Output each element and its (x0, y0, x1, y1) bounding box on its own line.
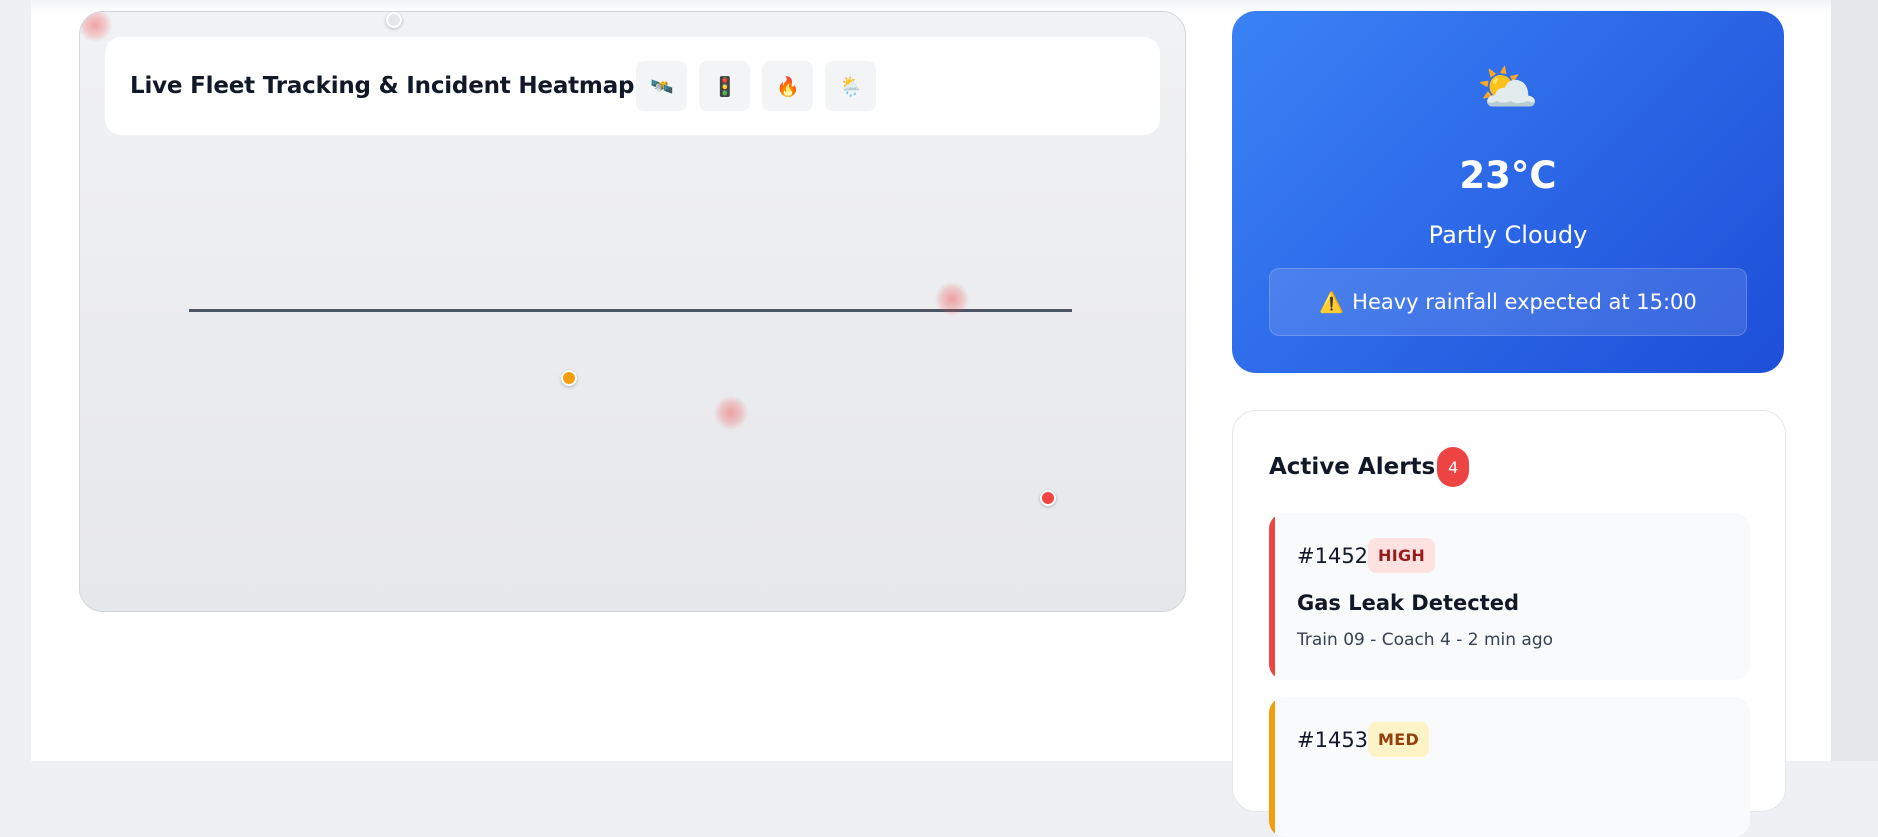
page-content: Live Fleet Tracking & Incident Heatmap 🛰… (31, 0, 1831, 837)
page-gutter (1831, 0, 1878, 761)
weather-condition: Partly Cloudy (1428, 221, 1588, 249)
weather-icon: 🌦️ (838, 75, 863, 98)
traffic-layer-button[interactable]: 🚦 (699, 61, 751, 111)
partly-cloudy-icon: ⛅ (1476, 59, 1540, 117)
map-tool-group: 🛰️ 🚦 🔥 🌦️ (636, 61, 888, 111)
alerts-panel: Active Alerts 4 #1452 HIGH Gas Leak Dete… (1232, 410, 1786, 837)
alert-id-row: #1453 MED (1297, 722, 1430, 757)
alerts-header: Active Alerts 4 (1269, 447, 1470, 487)
alerts-title: Active Alerts (1269, 454, 1436, 480)
alert-item[interactable]: #1453 MED (1269, 697, 1750, 837)
traffic-light-icon: 🚦 (712, 75, 737, 98)
severity-badge: MED (1368, 722, 1430, 757)
severity-bar (1269, 697, 1275, 837)
alert-meta: Train 09 - Coach 4 - 2 min ago (1297, 630, 1554, 650)
vehicle-marker[interactable] (561, 370, 577, 386)
fire-icon: 🔥 (775, 75, 800, 98)
map-panel[interactable]: Live Fleet Tracking & Incident Heatmap 🛰… (79, 11, 1186, 612)
severity-badge: HIGH (1368, 538, 1436, 573)
alert-title: Gas Leak Detected (1297, 591, 1520, 615)
satellite-layer-button[interactable]: 🛰️ (636, 61, 688, 111)
alert-id-row: #1452 HIGH (1297, 538, 1436, 573)
incident-heat-spot[interactable] (935, 282, 969, 316)
alert-id: #1453 (1297, 727, 1369, 752)
satellite-icon: 🛰️ (649, 75, 674, 98)
temperature: 23°C (1459, 154, 1557, 197)
weather-layer-button[interactable]: 🌦️ (825, 61, 877, 111)
heatmap-layer-button[interactable]: 🔥 (762, 61, 814, 111)
vehicle-marker[interactable] (1040, 490, 1056, 506)
weather-warning: ⚠️ Heavy rainfall expected at 15:00 (1269, 268, 1747, 336)
severity-bar (1269, 513, 1275, 680)
weather-warning-text: Heavy rainfall expected at 15:00 (1352, 290, 1697, 314)
weather-card: ⛅ 23°C Partly Cloudy ⚠️ Heavy rainfall e… (1232, 11, 1784, 373)
alert-id: #1452 (1297, 543, 1369, 568)
vehicle-marker[interactable] (386, 12, 402, 28)
alert-item[interactable]: #1452 HIGH Gas Leak Detected Train 09 - … (1269, 513, 1750, 680)
warning-icon: ⚠️ (1319, 290, 1345, 314)
map-header: Live Fleet Tracking & Incident Heatmap 🛰… (105, 37, 1160, 135)
alerts-count-badge: 4 (1437, 447, 1470, 487)
map-title: Live Fleet Tracking & Incident Heatmap (130, 73, 635, 99)
incident-heat-spot[interactable] (714, 396, 748, 430)
incident-heat-spot[interactable] (80, 12, 112, 42)
